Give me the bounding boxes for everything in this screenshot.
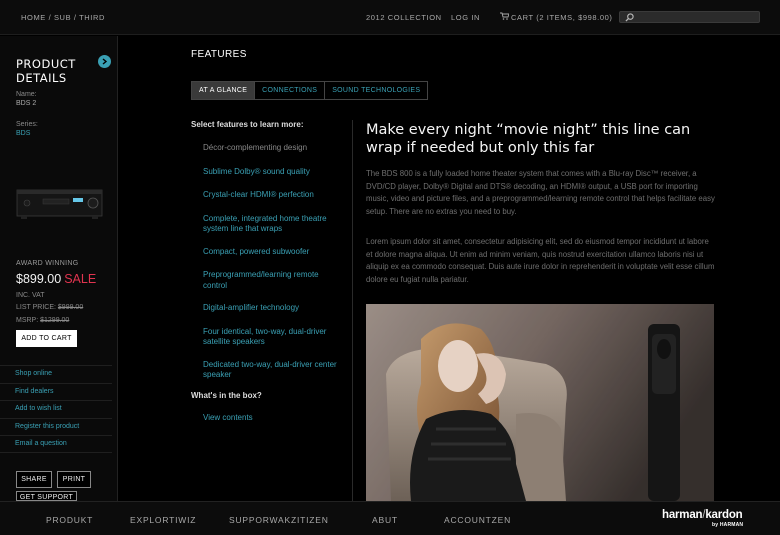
intro-paragraph: The BDS 800 is a fully loaded home theat… [366,169,715,216]
shop-online-link[interactable]: Shop online [0,365,112,383]
feature-item[interactable]: Sublime Dolby® sound quality [203,167,343,178]
feature-item[interactable]: Crystal-clear HDMI® perfection [203,190,343,201]
feature-item[interactable]: Dedicated two-way, dual-driver center sp… [203,360,343,381]
tab-connections[interactable]: CONNECTIONS [255,81,326,100]
sidebar-links: Shop online Find dealers Add to wish lis… [0,365,112,453]
login-link[interactable]: LOG IN [451,13,480,22]
search-icon[interactable] [625,13,634,22]
get-support-button[interactable]: GET SUPPORT [16,491,77,501]
wish-list-link[interactable]: Add to wish list [0,400,112,418]
list-price: LIST PRICE: $999.00 [16,304,84,311]
email-question-link[interactable]: Email a question [0,435,112,453]
brand-sub-logo: by HARMAN [712,522,744,528]
search-input[interactable] [619,11,760,23]
collection-link[interactable]: 2012 COLLECTION [366,13,442,22]
features-title: FEATURES [191,49,247,60]
find-dealers-link[interactable]: Find dealers [0,382,112,401]
product-details-title: PRODUCT DETAILS [16,57,76,85]
series-label: Series: [16,121,38,128]
product-sidebar: PRODUCT DETAILS Name: BDS 2 Series: BDS … [0,36,118,501]
feature-item[interactable]: Complete, integrated home theatre system… [203,214,343,235]
tab-at-a-glance[interactable]: AT A GLANCE [191,81,256,100]
register-product-link[interactable]: Register this product [0,417,112,436]
msrp-price: MSRP: $1299.00 [16,317,70,324]
footer-link-explortiwiz[interactable]: EXPLORTIWIZ [130,515,196,525]
footer-link-produkt[interactable]: PRODUKT [46,515,93,525]
feature-tabs: AT A GLANCE CONNECTIONS SOUND TECHNOLOGI… [191,81,429,100]
feature-item[interactable]: Preprogrammed/learning remote control [203,270,343,291]
cart-icon[interactable] [500,12,509,20]
award-label: AWARD WINNING [16,260,79,267]
select-features-heading: Select features to learn more: [191,120,304,129]
sale-badge: SALE [64,272,97,286]
footer-link-accountzen[interactable]: ACCOUNTZEN [444,515,511,525]
tab-sound-technologies[interactable]: SOUND TECHNOLOGIES [325,81,429,100]
cart-link[interactable]: CART (2 ITEMS, $998.00) [511,13,612,22]
footer-nav: PRODUKT EXPLORTIWIZ SUPPORWAKZITIZEN ABU… [0,501,780,535]
share-button[interactable]: SHARE [16,471,52,488]
footer-link-abut[interactable]: ABUT [372,515,398,525]
add-to-cart-button[interactable]: ADD TO CART [16,330,77,347]
price: $899.00 SALE [16,272,97,286]
arrow-right-icon[interactable] [98,55,111,68]
feature-item[interactable]: Décor-complementing design [203,143,343,154]
name-value: BDS 2 [16,100,37,107]
whats-in-box-heading: What's in the box? [191,391,262,400]
feature-item[interactable]: Compact, powered subwoofer [203,247,343,258]
product-image [16,189,103,219]
lifestyle-photo [366,304,714,501]
vat-note: INC. VAT [16,292,45,299]
print-button[interactable]: PRINT [57,471,91,488]
feature-headline: Make every night “movie night” this line… [366,122,691,156]
footer-link-supporwakzitizen[interactable]: SUPPORWAKZITIZEN [229,515,329,525]
view-contents-link[interactable]: View contents [203,413,253,422]
name-label: Name: [16,91,37,98]
feature-item[interactable]: Digital-amplifier technology [203,303,343,314]
feature-list: Décor-complementing design Sublime Dolby… [203,143,343,381]
breadcrumb[interactable]: HOME / SUB / THIRD [21,13,105,22]
series-value[interactable]: BDS [16,130,30,137]
brand-logo[interactable]: harman/kardon [662,509,743,521]
column-divider [352,120,353,501]
top-bar: HOME / SUB / THIRD 2012 COLLECTION LOG I… [0,0,780,35]
feature-item[interactable]: Four identical, two-way, dual-driver sat… [203,327,343,348]
lorem-paragraph: Lorem ipsum dolor sit amet, consectetur … [366,237,715,284]
